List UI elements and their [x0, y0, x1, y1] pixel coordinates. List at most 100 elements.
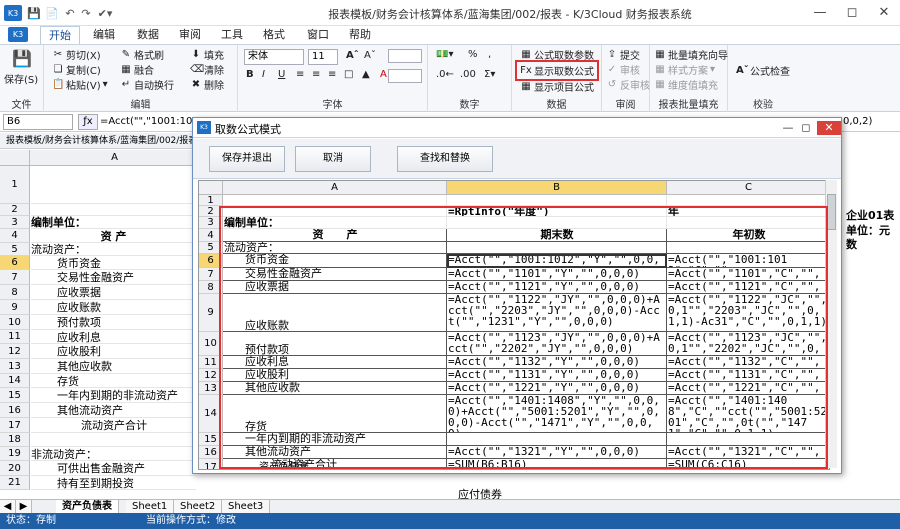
grid-cell-a[interactable]: 其他流动资产: [223, 446, 447, 459]
grid-cell-b[interactable]: =SUM(B6:B16): [447, 459, 667, 469]
maximize-icon[interactable]: ◻: [836, 0, 868, 24]
document-tab[interactable]: 报表模板/财务会计核算体系/蓝海集团/002/报表: [0, 133, 200, 149]
submit-button[interactable]: ⇪ 提交: [606, 47, 640, 63]
row-header[interactable]: 11: [0, 330, 30, 344]
row-header[interactable]: 15: [0, 388, 30, 403]
sheet-cell[interactable]: 预付款项: [31, 315, 196, 330]
grid-row-header[interactable]: 13: [199, 382, 223, 395]
find-replace-button[interactable]: 查找和替换: [397, 146, 493, 172]
sheet-cell[interactable]: 其他流动资产: [31, 403, 196, 418]
grid-cell-c[interactable]: =Acct("","1122","JC","",0,1"","2203","JC…: [667, 294, 829, 332]
grid-cell-a[interactable]: 货币资金: [223, 254, 447, 268]
grid-cell-b[interactable]: =Acct("","1132","Y","",0,0,0): [447, 356, 667, 369]
align-left-icon[interactable]: ≡: [296, 69, 304, 80]
grow-font-icon[interactable]: Aˆ: [346, 50, 359, 61]
tab-data[interactable]: 数据: [128, 26, 168, 44]
grid-cell-a[interactable]: 资 产: [223, 229, 447, 242]
vertical-scrollbar[interactable]: [825, 180, 837, 468]
grid-cell-b[interactable]: =Acct("","1401:1408","Y","",0,0,0)+Acct(…: [447, 395, 667, 433]
grid-cell-a[interactable]: 流动资产合计: [223, 459, 447, 469]
minimize-icon[interactable]: —: [804, 0, 836, 24]
sheet-tab-1[interactable]: Sheet1: [126, 500, 175, 514]
show-item-formula-button[interactable]: ▦ 显示项目公式: [520, 79, 594, 95]
clear-button[interactable]: ⌫ 清除: [190, 62, 224, 78]
sheet-cell[interactable]: 流动资产合计: [31, 418, 196, 433]
grid-cell-c[interactable]: [667, 433, 829, 446]
row-header[interactable]: 18: [0, 433, 30, 447]
font-color-icon[interactable]: A: [380, 69, 387, 80]
formula-input[interactable]: =Acct("","1001:1012",: [100, 114, 200, 130]
sheet-cell[interactable]: 其他应收款: [31, 359, 196, 374]
grid-row-header[interactable]: 12: [199, 369, 223, 382]
grid-column-header-c[interactable]: C: [667, 181, 829, 195]
sheet-cell[interactable]: 存货: [31, 374, 196, 388]
sheet-cell[interactable]: 货币资金: [31, 256, 196, 270]
row-header[interactable]: 1: [0, 166, 30, 204]
increase-decimal-icon[interactable]: .0←: [436, 69, 454, 80]
row-header[interactable]: 12: [0, 344, 30, 359]
grid-cell-c[interactable]: =Acct("","1121","C","",0,1,: [667, 281, 829, 294]
grid-cell-b[interactable]: =Acct("","1122","JY","",0,0,0)+Acct("","…: [447, 294, 667, 332]
dimension-fill-button[interactable]: ▦ 维度值填充: [654, 77, 718, 93]
next-sheet-icon[interactable]: ▶: [16, 500, 32, 514]
grid-cell-a[interactable]: 编制单位：: [223, 217, 447, 229]
decrease-decimal-icon[interactable]: .00: [460, 69, 476, 80]
save-button[interactable]: 保存(S): [4, 71, 38, 86]
cut-button[interactable]: ✂ 剪切(X): [52, 47, 101, 63]
audit-button[interactable]: ✓ 审核: [606, 62, 640, 78]
row-header[interactable]: 8: [0, 285, 30, 300]
row-header[interactable]: 17: [0, 418, 30, 433]
grid-cell-c[interactable]: =Acct("","1221","C","",0,1,: [667, 382, 829, 395]
grid-cell-a[interactable]: 其他应收款: [223, 382, 447, 395]
grid-row-header[interactable]: 1: [199, 195, 223, 206]
delete-button[interactable]: ✖ 删除: [190, 77, 224, 93]
grid-cell-a[interactable]: [223, 195, 447, 206]
row-header[interactable]: 10: [0, 315, 30, 330]
grid-cell-b[interactable]: =Acct("","1321","Y","",0,0,0): [447, 446, 667, 459]
grid-row-header[interactable]: 6: [199, 254, 223, 268]
comma-icon[interactable]: ,: [488, 49, 491, 60]
tab-help[interactable]: 帮助: [340, 26, 380, 44]
grid-row-header[interactable]: 4: [199, 229, 223, 242]
sum-icon[interactable]: Σ▾: [484, 69, 495, 80]
sheet-cell[interactable]: 可供出售金融资产: [31, 461, 196, 476]
row-header[interactable]: 13: [0, 359, 30, 374]
copy-button[interactable]: ❏ 复制(C): [52, 62, 101, 78]
formula-check-button[interactable]: Aˇ 公式检查: [736, 63, 790, 79]
grid-row-header[interactable]: 7: [199, 268, 223, 281]
sheet-cell[interactable]: 应收股利: [31, 344, 196, 359]
font-size-select[interactable]: 11: [308, 49, 338, 65]
italic-icon[interactable]: I: [262, 69, 265, 80]
tab-tools[interactable]: 工具: [212, 26, 252, 44]
underline-icon[interactable]: U: [278, 69, 285, 80]
dialog-maximize-icon[interactable]: ◻: [797, 121, 815, 135]
save-exit-button[interactable]: 保存并退出: [209, 146, 285, 172]
sheet-cell[interactable]: 应收票据: [31, 285, 196, 300]
grid-cell-b[interactable]: =Acct("","1131","Y","",0,0,0): [447, 369, 667, 382]
dialog-sheet-tab[interactable]: 资产负债表: [259, 458, 309, 469]
grid-cell-c[interactable]: [667, 195, 829, 206]
grid-cell-b[interactable]: [447, 217, 667, 229]
grid-row-header[interactable]: 15: [199, 433, 223, 446]
tab-review[interactable]: 审阅: [170, 26, 210, 44]
fill-color-icon[interactable]: ▲: [362, 69, 370, 80]
wrap-button[interactable]: ↵ 自动换行: [120, 77, 174, 93]
sheet-cell[interactable]: 应收账款: [31, 300, 196, 315]
grid-row-header[interactable]: 11: [199, 356, 223, 369]
sheet-cell[interactable]: 非流动资产：: [31, 447, 196, 461]
style-scheme-button[interactable]: ▦ 样式方案 ▾: [654, 62, 715, 78]
grid-cell-b[interactable]: [447, 242, 667, 254]
sheet-cell[interactable]: 交易性金融资产: [31, 270, 196, 285]
grid-cell-c[interactable]: [667, 242, 829, 254]
row-header[interactable]: 4: [0, 229, 30, 243]
sheet-cell[interactable]: 编制单位：: [31, 216, 196, 229]
grid-row-header[interactable]: 9: [199, 294, 223, 332]
merge-button[interactable]: ▦ 融合: [120, 62, 154, 78]
save-large-icon[interactable]: 💾: [12, 49, 32, 68]
sheet-cell[interactable]: 应收利息: [31, 330, 196, 344]
grid-cell-b[interactable]: 期末数: [447, 229, 667, 242]
percent-icon[interactable]: %: [468, 49, 478, 60]
grid-cell-a[interactable]: 流动资产：: [223, 242, 447, 254]
grid-cell-b[interactable]: =Acct("","1221","Y","",0,0,0): [447, 382, 667, 395]
sheet-cell[interactable]: 一年内到期的非流动资产: [31, 388, 196, 403]
